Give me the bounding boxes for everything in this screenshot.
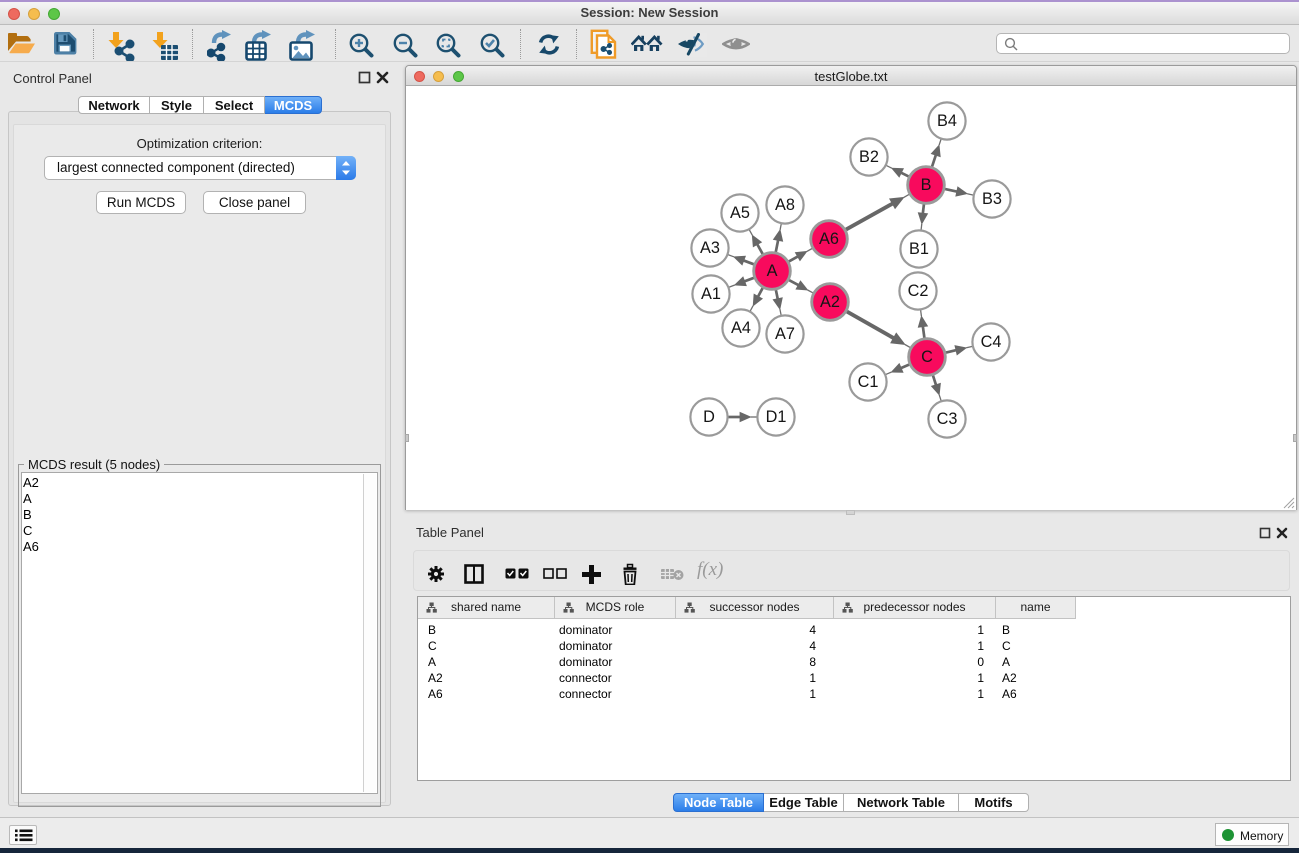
svg-text:D: D	[703, 408, 715, 426]
svg-text:A7: A7	[775, 325, 795, 343]
svg-text:A4: A4	[731, 319, 751, 337]
svg-text:A8: A8	[775, 196, 795, 214]
svg-text:A: A	[767, 262, 778, 280]
svg-text:A1: A1	[701, 285, 721, 303]
svg-text:C4: C4	[981, 333, 1002, 351]
svg-text:C2: C2	[908, 282, 929, 300]
svg-text:C1: C1	[858, 373, 879, 391]
svg-text:C: C	[921, 348, 933, 366]
svg-text:B1: B1	[909, 240, 929, 258]
svg-text:B2: B2	[859, 148, 879, 166]
svg-text:B4: B4	[937, 112, 957, 130]
svg-text:A2: A2	[820, 293, 840, 311]
svg-text:B3: B3	[982, 190, 1002, 208]
svg-text:C3: C3	[937, 410, 958, 428]
svg-text:A5: A5	[730, 204, 750, 222]
svg-text:A3: A3	[700, 239, 720, 257]
svg-text:B: B	[921, 176, 932, 194]
svg-text:A6: A6	[819, 230, 839, 248]
svg-text:D1: D1	[766, 408, 787, 426]
